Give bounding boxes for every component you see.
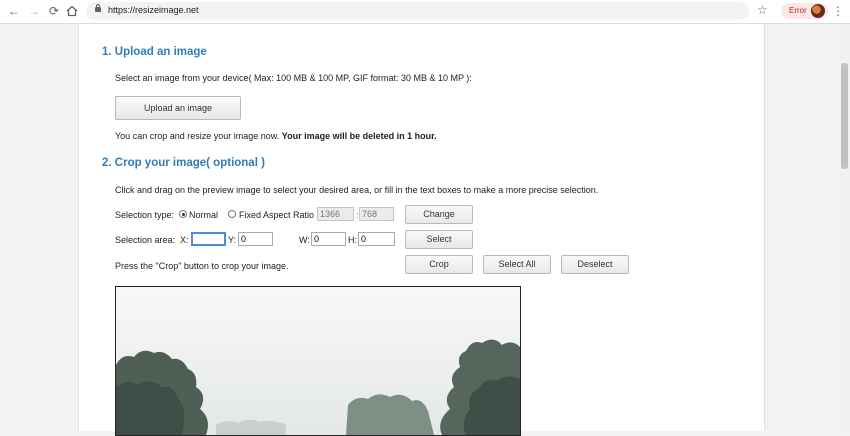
selection-type-label: Selection type:: [115, 210, 175, 220]
select-all-button[interactable]: Select All: [483, 255, 551, 274]
crop-button[interactable]: Crop: [405, 255, 473, 274]
bookmark-star-icon[interactable]: ☆: [757, 3, 768, 17]
upload-note-text: You can crop and resize your image now.: [115, 131, 280, 141]
selection-area-label: Selection area:: [115, 235, 176, 245]
preview-photo: [116, 287, 520, 435]
upload-image-button[interactable]: Upload an image: [115, 96, 241, 120]
y-input[interactable]: [238, 232, 273, 246]
normal-radio[interactable]: [179, 210, 187, 218]
reload-icon[interactable]: ⟳: [46, 3, 62, 19]
forward-arrow-icon[interactable]: →: [26, 3, 42, 19]
w-input[interactable]: [311, 232, 346, 246]
crop-instructions: Click and drag on the preview image to s…: [115, 185, 599, 195]
scrollbar-thumb[interactable]: [841, 63, 848, 169]
section1-heading: 1. Upload an image: [102, 46, 207, 58]
upload-instructions: Select an image from your device( Max: 1…: [115, 73, 472, 83]
select-button[interactable]: Select: [405, 230, 473, 249]
deselect-button[interactable]: Deselect: [561, 255, 629, 274]
ratio-width-input[interactable]: [317, 207, 354, 221]
x-input[interactable]: [191, 232, 226, 246]
delete-warning: Your image will be deleted in 1 hour.: [281, 131, 437, 141]
fixed-aspect-ratio-label[interactable]: Fixed Aspect Ratio: [239, 210, 314, 220]
back-arrow-icon[interactable]: ←: [6, 3, 22, 19]
change-button[interactable]: Change: [405, 205, 473, 224]
upload-note: You can crop and resize your image now. …: [115, 131, 437, 141]
avatar: [811, 4, 825, 18]
crop-hint: Press the "Crop" button to crop your ima…: [115, 261, 289, 271]
browser-toolbar: ← → ⟳ https://resizeimage.net ☆ Error ⋮: [0, 0, 850, 24]
home-icon[interactable]: [64, 3, 80, 19]
ratio-height-input[interactable]: [359, 207, 394, 221]
section2-heading: 2. Crop your image( optional ): [102, 157, 265, 169]
h-input[interactable]: [358, 232, 395, 246]
address-url: https://resizeimage.net: [108, 5, 199, 15]
profile-error-button[interactable]: Error: [781, 3, 828, 19]
h-label: H:: [348, 235, 357, 245]
profile-error-label: Error: [789, 6, 807, 15]
lock-icon: [95, 4, 101, 12]
y-label: Y:: [228, 235, 237, 245]
x-label: X:: [180, 235, 189, 245]
address-bar[interactable]: https://resizeimage.net: [86, 2, 749, 20]
kebab-menu-icon[interactable]: ⋮: [832, 3, 844, 19]
image-preview[interactable]: [115, 286, 521, 436]
normal-radio-label[interactable]: Normal: [189, 210, 218, 220]
w-label: W:: [299, 235, 310, 245]
fixed-aspect-ratio-radio[interactable]: [228, 210, 236, 218]
